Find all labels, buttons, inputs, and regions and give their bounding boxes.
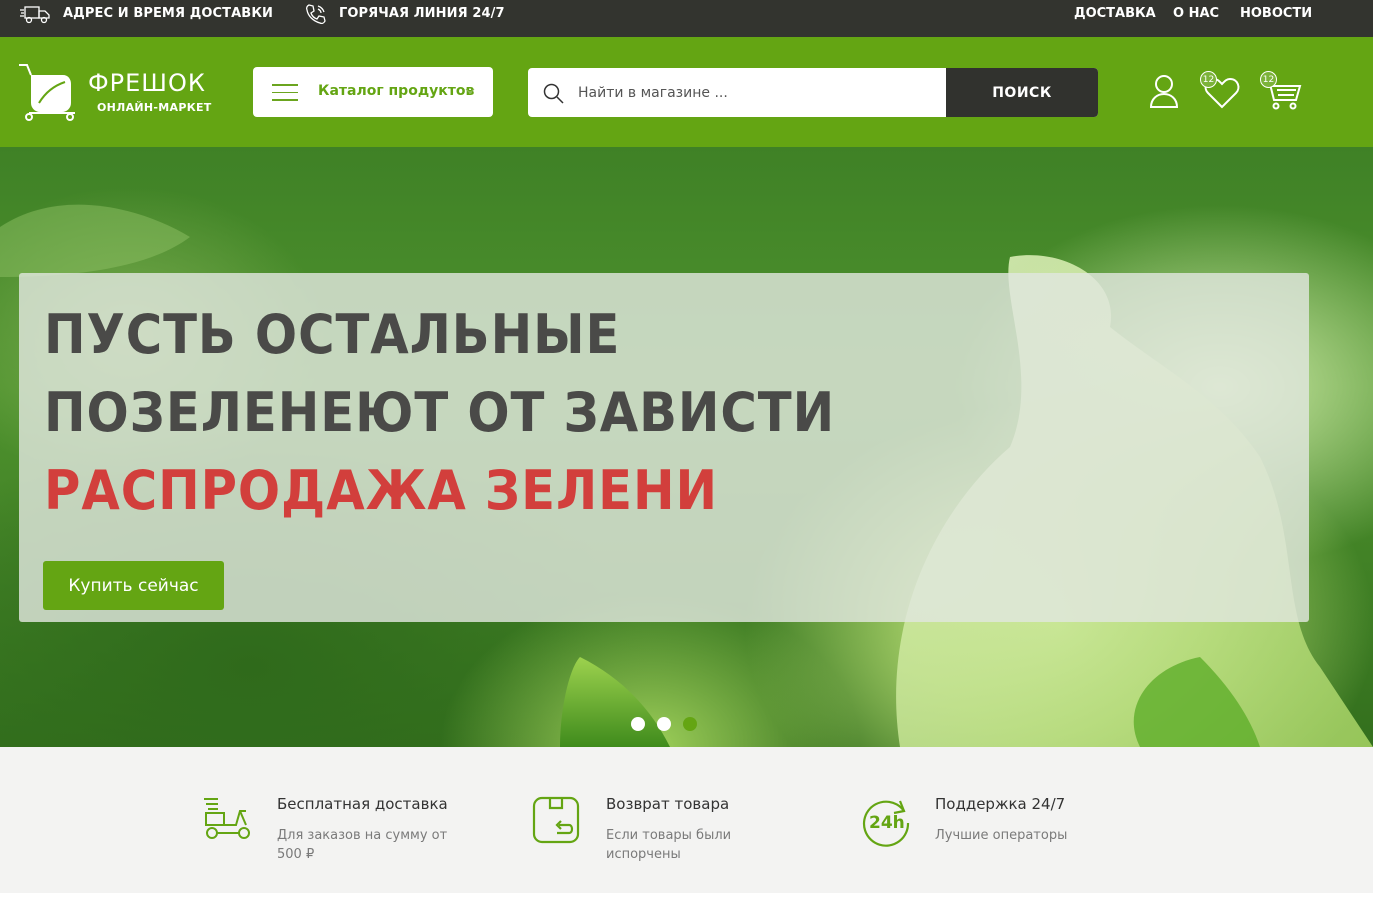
hero-slider: ПУСТЬ ОСТАЛЬНЫЕ ПОЗЕЛЕНЕЮТ ОТ ЗАВИСТИ РА… xyxy=(0,147,1373,747)
hero-banner: ПУСТЬ ОСТАЛЬНЫЕ ПОЗЕЛЕНЕЮТ ОТ ЗАВИСТИ РА… xyxy=(19,273,1309,622)
menu-icon xyxy=(272,84,298,101)
top-bar: АДРЕС И ВРЕМЯ ДОСТАВКИ ГОРЯЧАЯ ЛИНИЯ 24/… xyxy=(0,0,1373,37)
delivery-info-link[interactable]: АДРЕС И ВРЕМЯ ДОСТАВКИ xyxy=(19,0,273,27)
nav-about[interactable]: О НАС xyxy=(1173,0,1219,27)
logo-subtitle: ОНЛАЙН-МАРКЕТ xyxy=(97,101,212,114)
cart-logo-icon xyxy=(19,64,75,121)
logo-name: ФРЕШОК xyxy=(88,69,206,97)
slider-dot-3[interactable] xyxy=(683,717,697,731)
wishlist-count-badge: 12 xyxy=(1200,71,1217,88)
chevron-down-icon xyxy=(465,88,475,94)
slider-dot-2[interactable] xyxy=(657,717,671,731)
wishlist-button[interactable]: 12 xyxy=(1200,71,1242,111)
nav-delivery[interactable]: ДОСТАВКА xyxy=(1074,0,1156,27)
feature-title: Возврат товара xyxy=(606,795,730,813)
support-24h-icon: 24h xyxy=(862,800,910,847)
slider-dot-1[interactable] xyxy=(631,717,645,731)
svg-text:24h: 24h xyxy=(869,813,905,833)
hotline-link[interactable]: ГОРЯЧАЯ ЛИНИЯ 24/7 xyxy=(305,0,505,27)
feature-description: Лучшие операторы xyxy=(935,828,1068,843)
catalog-button[interactable]: Каталог продуктов xyxy=(253,67,493,117)
cart-button[interactable]: 12 xyxy=(1260,71,1304,111)
hero-headline-line-2: ПОЗЕЛЕНЕЮТ ОТ ЗАВИСТИ xyxy=(44,381,836,444)
slider-dots xyxy=(631,717,709,731)
cart-count-badge: 12 xyxy=(1260,71,1277,88)
features-strip: Бесплатная доставка Для заказов на сумму… xyxy=(0,747,1373,893)
feature-title: Поддержка 24/7 xyxy=(935,795,1066,813)
logo[interactable]: ФРЕШОК ОНЛАЙН-МАРКЕТ xyxy=(17,61,217,123)
catalog-label: Каталог продуктов xyxy=(318,83,475,99)
search-form: ПОИСК xyxy=(528,68,1098,117)
scooter-icon xyxy=(204,798,250,839)
feature-description: Для заказов на сумму от 500 ₽ xyxy=(277,828,448,862)
phone-icon xyxy=(305,3,326,24)
buy-now-button[interactable]: Купить сейчас xyxy=(43,561,224,610)
return-icon xyxy=(532,796,580,844)
feature-description: Если товары были испорчены xyxy=(606,828,732,862)
hero-sale-text: РАСПРОДАЖА ЗЕЛЕНИ xyxy=(44,459,719,522)
hero-headline-line-1: ПУСТЬ ОСТАЛЬНЫЕ xyxy=(44,303,621,366)
search-icon[interactable] xyxy=(543,83,564,104)
search-button[interactable]: ПОИСК xyxy=(946,68,1098,117)
search-input[interactable] xyxy=(578,68,938,117)
delivery-info-label: АДРЕС И ВРЕМЯ ДОСТАВКИ xyxy=(63,6,274,21)
hotline-label: ГОРЯЧАЯ ЛИНИЯ 24/7 xyxy=(339,6,505,21)
user-icon[interactable] xyxy=(1149,73,1179,109)
feature-title: Бесплатная доставка xyxy=(277,795,448,813)
nav-news[interactable]: НОВОСТИ xyxy=(1240,0,1312,27)
header: ФРЕШОК ОНЛАЙН-МАРКЕТ Каталог продуктов П… xyxy=(0,37,1373,147)
delivery-truck-icon xyxy=(20,5,50,23)
